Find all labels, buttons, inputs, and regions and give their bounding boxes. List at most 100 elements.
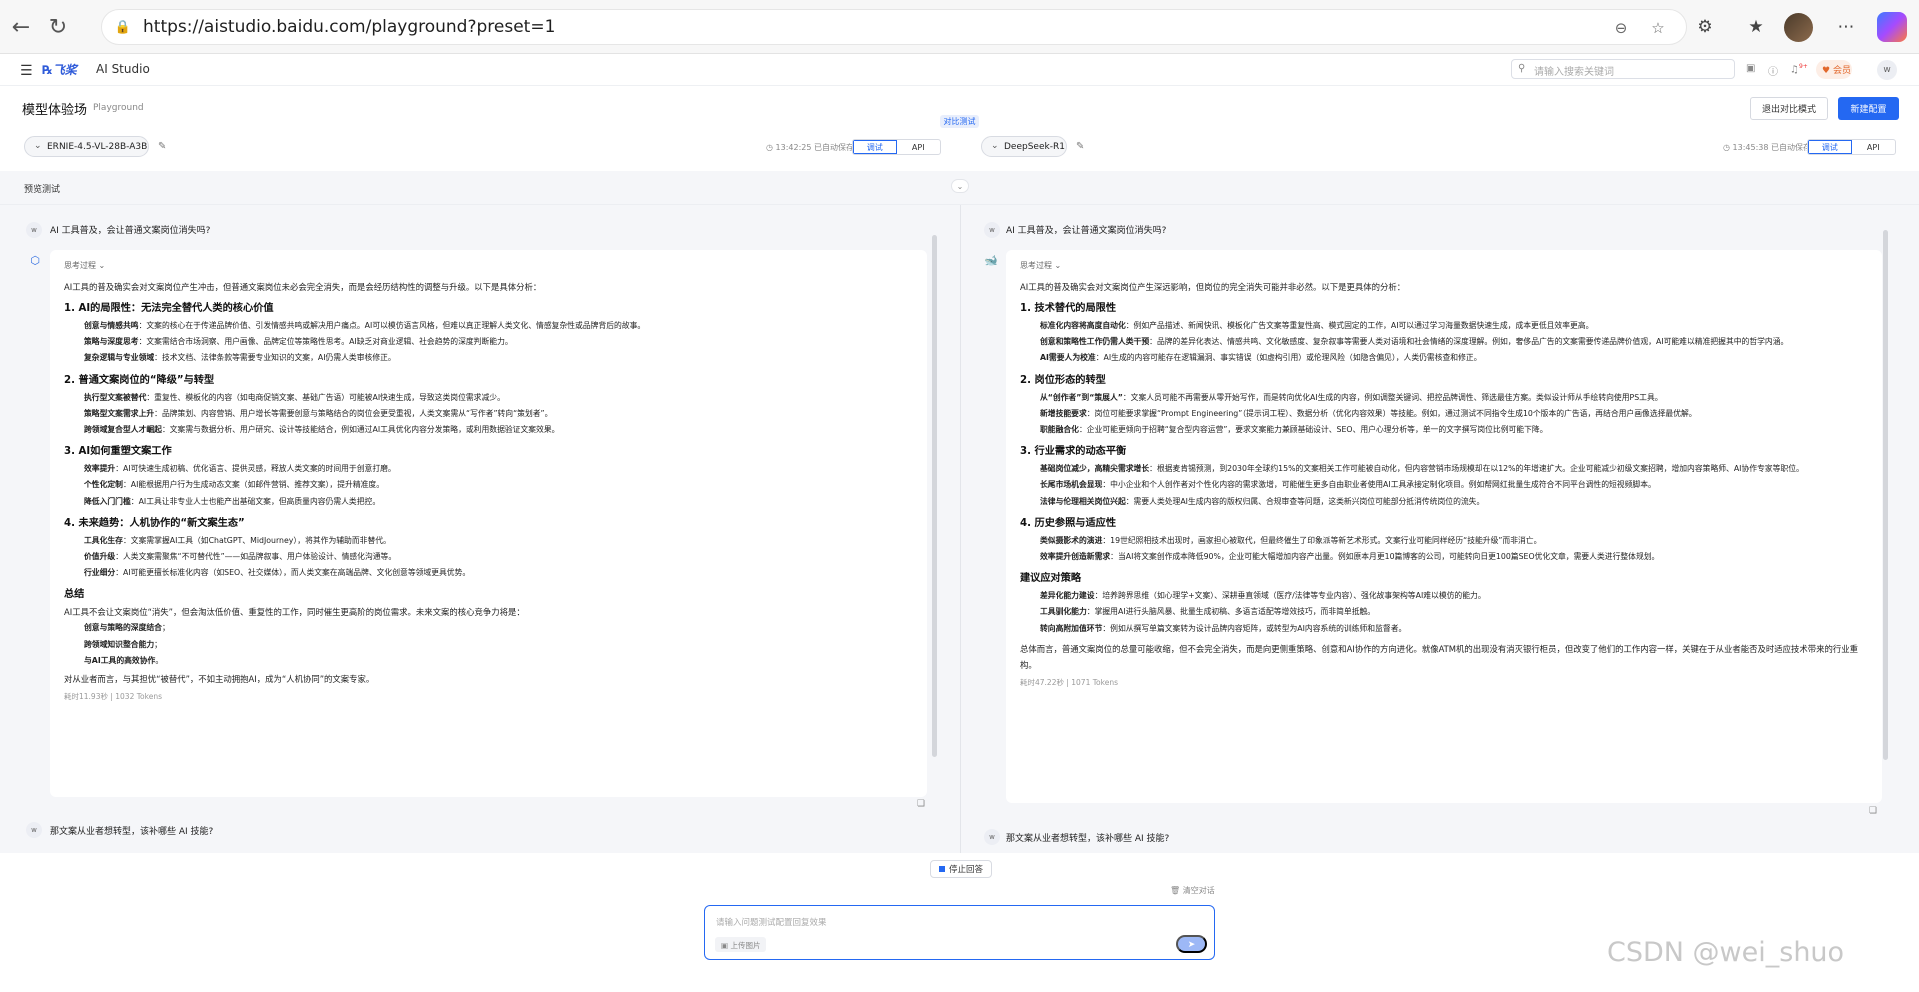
section-list: 工具化生存：文案需掌握AI工具（如ChatGPT、MidJourney），将其作… xyxy=(84,533,913,582)
extensions-icon[interactable]: ⚙ xyxy=(1690,12,1720,42)
section-list: 效率提升：AI可快速生成初稿、优化语言、提供灵感，释放人类文案的时间用于创意打磨… xyxy=(84,461,913,510)
section-list: 创意与情感共鸣：文案的核心在于传递品牌价值、引发情感共鸣或解决用户痛点。AI可以… xyxy=(84,318,913,367)
menu-icon[interactable]: ☰ xyxy=(20,63,33,79)
address-bar[interactable]: 🔒 https://aistudio.baidu.com/playground?… xyxy=(101,9,1687,45)
summary-list: 创意与策略的深度结合；跨领域知识整合能力；与AI工具的高效协作。 xyxy=(84,620,913,669)
right-mode-tabs: 调试 API xyxy=(1807,139,1896,155)
right-scrollbar[interactable] xyxy=(1883,230,1888,760)
item-text: ：例如产品描述、新闻快讯、模板化广告文案等重复性高、模式固定的工作，AI可以通过… xyxy=(1125,321,1594,330)
bell-icon[interactable]: ♫9+ xyxy=(1790,63,1808,75)
upload-image-button[interactable]: ▣ 上传图片 xyxy=(715,937,767,952)
answer-closing: 对从业者而言，与其担忧“被替代”，不如主动拥抱AI，成为“人机协同”的文案专家。 xyxy=(64,674,375,685)
item-text: ：例如从撰写单篇文案转为设计品牌内容矩阵，或转型为AI内容系统的训练师和监督者。 xyxy=(1102,623,1407,633)
zoom-icon[interactable]: ⊖ xyxy=(1610,17,1632,39)
item-text: ：文案需与数据分析、用户研究、设计等技能结合，例如通过AI工具优化内容分发策略，… xyxy=(161,425,560,435)
stop-answer-button[interactable]: 停止回答 xyxy=(930,860,992,878)
refresh-icon[interactable]: ↻ xyxy=(43,12,73,42)
chevron-down-icon: ⌄ xyxy=(991,141,999,151)
item-title: 策略型文案需求上升 xyxy=(84,408,155,418)
think-label: 思考过程 xyxy=(64,261,96,270)
item-text: ：重复性、模板化的内容（如电商促销文案、基础广告语）可能被AI快速生成，导致这类… xyxy=(146,392,505,402)
help-icon[interactable]: ⓘ xyxy=(1768,63,1778,78)
section-list: 从“创作者”到“策展人”：文案人员可能不再需要从零开始写作，而是转向优化AI生成… xyxy=(1040,390,1868,439)
section-heading: 3. AI如何重塑文案工作 xyxy=(64,446,172,458)
think-toggle[interactable]: 思考过程 ⌄ xyxy=(64,260,913,271)
item-title: 新增技能要求 xyxy=(1040,408,1087,418)
item-text: ：19世纪照相技术出现时，画家担心被取代，但最终催生了印象派等新艺术形式。文案行… xyxy=(1102,535,1542,545)
item-title: 价值升级 xyxy=(84,552,116,562)
preset-label[interactable]: 预览测试 xyxy=(24,182,60,195)
edit-icon[interactable]: ✎ xyxy=(1076,141,1084,152)
answer-meta: 耗时11.93秒 | 1032 Tokens xyxy=(64,692,162,702)
app-name: AI Studio xyxy=(96,62,150,76)
chat-input[interactable]: 请输入问题测试配置回复效果 ▣ 上传图片 ➤ xyxy=(704,905,1215,960)
item-title: 行业细分 xyxy=(84,568,116,578)
item-title: 差异化能力建设 xyxy=(1040,591,1095,601)
browser-toolbar: ← ↻ 🔒 https://aistudio.baidu.com/playgro… xyxy=(0,0,1919,54)
item-text: ：根据麦肯锡预测，到2030年全球约15%的文案相关工作可能被自动化，但内容营销… xyxy=(1149,464,1804,474)
section-list: 差异化能力建设：培养跨界思维（如心理学+文案）、深耕垂直领域（医疗/法律等专业内… xyxy=(1040,588,1868,637)
more-menu-icon[interactable]: ⋯ xyxy=(1831,12,1861,42)
tab-debug[interactable]: 调试 xyxy=(1808,140,1852,154)
list-item: 工具驯化能力：掌握用AI进行头脑风暴、批量生成初稿、多语言适配等增效技巧，而非简… xyxy=(1040,604,1868,620)
collapse-chevron-icon[interactable]: ⌄ xyxy=(951,179,969,193)
vip-badge[interactable]: ♥ 会员 xyxy=(1816,60,1852,79)
screen-icon[interactable]: ▣ xyxy=(1746,63,1755,74)
right-model-selector[interactable]: ⌄ DeepSeek-R1 xyxy=(981,136,1067,157)
search-input[interactable]: ⚲ 请输入搜索关键词 xyxy=(1511,59,1735,79)
left-question: AI 工具普及，会让普通文案岗位消失吗? xyxy=(50,226,211,236)
chevron-down-icon: ⌄ xyxy=(34,141,42,151)
copy-icon[interactable]: ❏ xyxy=(917,799,925,809)
copilot-icon[interactable] xyxy=(1877,12,1907,42)
item-text: ：AI能根据用户行为生成动态文案（如邮件营销、推荐文案），提升精准度。 xyxy=(122,480,385,490)
paddle-logo[interactable]: ℞飞桨 xyxy=(42,61,94,79)
item-text: ：掌握用AI进行头脑风暴、批量生成初稿、多语言适配等增效技巧，而非简单抵触。 xyxy=(1086,607,1376,617)
search-placeholder: 请输入搜索关键词 xyxy=(1534,67,1614,78)
answer-meta: 耗时47.22秒 | 1071 Tokens xyxy=(1020,677,1118,687)
user-avatar[interactable]: w xyxy=(1877,60,1897,80)
list-item: 个性化定制：AI能根据用户行为生成动态文案（如邮件营销、推荐文案），提升精准度。 xyxy=(84,477,913,493)
browser-profile-avatar[interactable] xyxy=(1784,13,1813,42)
watermark: CSDN @wei_shuo xyxy=(1607,937,1845,968)
left-scrollbar[interactable] xyxy=(932,235,937,757)
think-label: 思考过程 xyxy=(1020,261,1052,270)
new-config-button[interactable]: 新建配置 xyxy=(1838,97,1899,120)
list-item: 转向高附加值环节：例如从撰写单篇文案转为设计品牌内容矩阵，或转型为AI内容系统的… xyxy=(1040,621,1868,637)
exit-compare-button[interactable]: 退出对比模式 xyxy=(1750,97,1828,120)
back-icon[interactable]: ← xyxy=(6,12,36,42)
favorite-star-icon[interactable]: ☆ xyxy=(1647,17,1669,39)
item-text: ； xyxy=(161,623,170,633)
item-text: ：需要人类处理AI生成内容的版权归属、合规审查等问题，这类新兴岗位可能部分抵消传… xyxy=(1125,496,1485,506)
upload-label: 上传图片 xyxy=(730,941,761,950)
clear-label: 清空对话 xyxy=(1182,886,1215,895)
site-info-icon[interactable]: 🔒 xyxy=(113,17,133,37)
item-title: 跨领域知识整合能力 xyxy=(84,639,155,649)
stop-icon xyxy=(938,866,945,872)
section-heading: 3. 行业需求的动态平衡 xyxy=(1020,446,1127,458)
left-model-selector[interactable]: ⌄ ERNIE-4.5-VL-28B-A3B xyxy=(24,136,149,157)
section-list: 类似摄影术的演进：19世纪照相技术出现时，画家担心被取代，但最终催生了印象派等新… xyxy=(1040,533,1868,565)
send-button[interactable]: ➤ xyxy=(1176,935,1207,953)
user-avatar: w xyxy=(984,829,1000,845)
item-text: ：岗位可能要求掌握“Prompt Engineering”（提示词工程）、数据分… xyxy=(1086,408,1697,418)
list-item: 基础岗位减少，高精尖需求增长：根据麦肯锡预测，到2030年全球约15%的文案相关… xyxy=(1040,461,1868,477)
item-text: ：品牌的差异化表达、情感共鸣、文化敏感度、复杂叙事等需要人类对语境和社会情绪的深… xyxy=(1149,337,1789,347)
item-title: 职能融合化 xyxy=(1040,425,1079,435)
favorites-icon[interactable]: ★ xyxy=(1741,12,1771,42)
section-heading: 2. 岗位形态的转型 xyxy=(1020,374,1106,386)
compare-badge: 对比测试 xyxy=(940,115,979,128)
think-toggle[interactable]: 思考过程 ⌄ xyxy=(1020,260,1868,271)
edit-icon[interactable]: ✎ xyxy=(158,141,166,152)
clear-chat-button[interactable]: 🗑 清空对话 xyxy=(1170,885,1215,896)
item-title: 跨领域复合型人才崛起 xyxy=(84,425,162,435)
item-text: 。 xyxy=(155,655,164,665)
tab-debug[interactable]: 调试 xyxy=(853,140,897,154)
tab-api[interactable]: API xyxy=(897,140,940,154)
tab-api[interactable]: API xyxy=(1852,140,1895,154)
list-item: 法律与伦理相关岗位兴起：需要人类处理AI生成内容的版权归属、合规审查等问题，这类… xyxy=(1040,494,1868,510)
list-item: 效率提升创造新需求：当AI将文案创作成本降低90%，企业可能大幅增加内容产出量。… xyxy=(1040,549,1868,565)
left-save-time-text: 13:42:25 已自动保存 xyxy=(775,143,855,152)
right-model-bar: ⌄ DeepSeek-R1 ✎ ◷ 13:45:38 已自动保存 调试 API xyxy=(981,136,1897,159)
copy-icon[interactable]: ❏ xyxy=(1869,806,1877,816)
list-item: 新增技能要求：岗位可能要求掌握“Prompt Engineering”（提示词工… xyxy=(1040,406,1868,422)
